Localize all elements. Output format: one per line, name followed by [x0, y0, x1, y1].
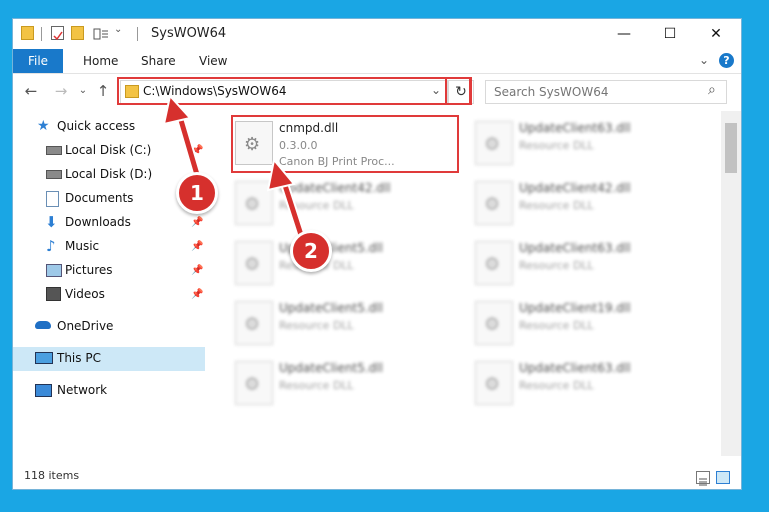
- step-2-badge: 2: [290, 230, 332, 272]
- annotation-arrows: [162, 93, 307, 243]
- step-1-badge: 1: [176, 172, 218, 214]
- arrow-2: [266, 157, 307, 243]
- arrow-1: [162, 93, 203, 183]
